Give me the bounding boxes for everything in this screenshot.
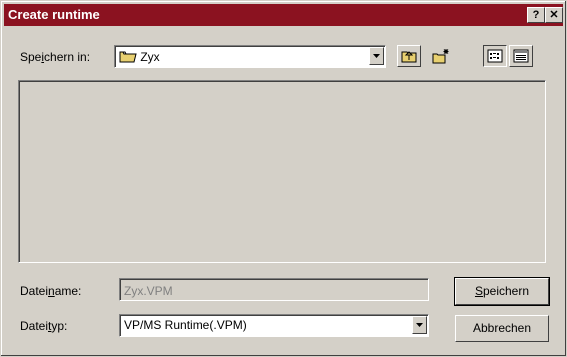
create-runtime-dialog: Create runtime ? ✕ Speichern in: Zyx Dat…	[0, 0, 567, 357]
details-view-icon	[513, 49, 529, 63]
filename-input[interactable]	[119, 278, 429, 301]
cancel-button[interactable]: Abbrechen	[455, 315, 549, 342]
new-folder-button[interactable]	[428, 45, 452, 67]
save-in-value: Zyx	[140, 50, 160, 64]
title-bar[interactable]: Create runtime ? ✕	[4, 4, 563, 26]
details-view-button[interactable]	[509, 45, 533, 67]
filetype-combobox[interactable]: VP/MS Runtime(.VPM)	[119, 314, 429, 337]
folder-icon	[119, 51, 137, 63]
chevron-down-icon	[416, 323, 423, 327]
save-in-label: Speichern in:	[20, 50, 91, 64]
save-in-combobox[interactable]: Zyx	[114, 45, 386, 68]
close-icon: ✕	[549, 9, 559, 21]
save-in-dropdown-button[interactable]	[369, 47, 384, 65]
filetype-dropdown-button[interactable]	[412, 316, 427, 334]
save-button[interactable]: Speichern	[454, 277, 550, 306]
list-view-button[interactable]	[483, 45, 507, 67]
up-one-level-button[interactable]	[397, 45, 421, 67]
chevron-down-icon	[373, 54, 380, 58]
help-button[interactable]: ?	[527, 7, 545, 23]
folder-up-icon	[401, 51, 417, 63]
filetype-label: Dateityp:	[20, 319, 68, 333]
new-folder-icon	[432, 49, 449, 64]
list-view-icon	[487, 49, 503, 63]
close-button[interactable]: ✕	[545, 7, 563, 23]
filetype-value: VP/MS Runtime(.VPM)	[124, 318, 247, 332]
file-list[interactable]	[18, 80, 546, 263]
filename-label: Dateiname:	[20, 284, 82, 298]
window-title: Create runtime	[8, 7, 100, 22]
